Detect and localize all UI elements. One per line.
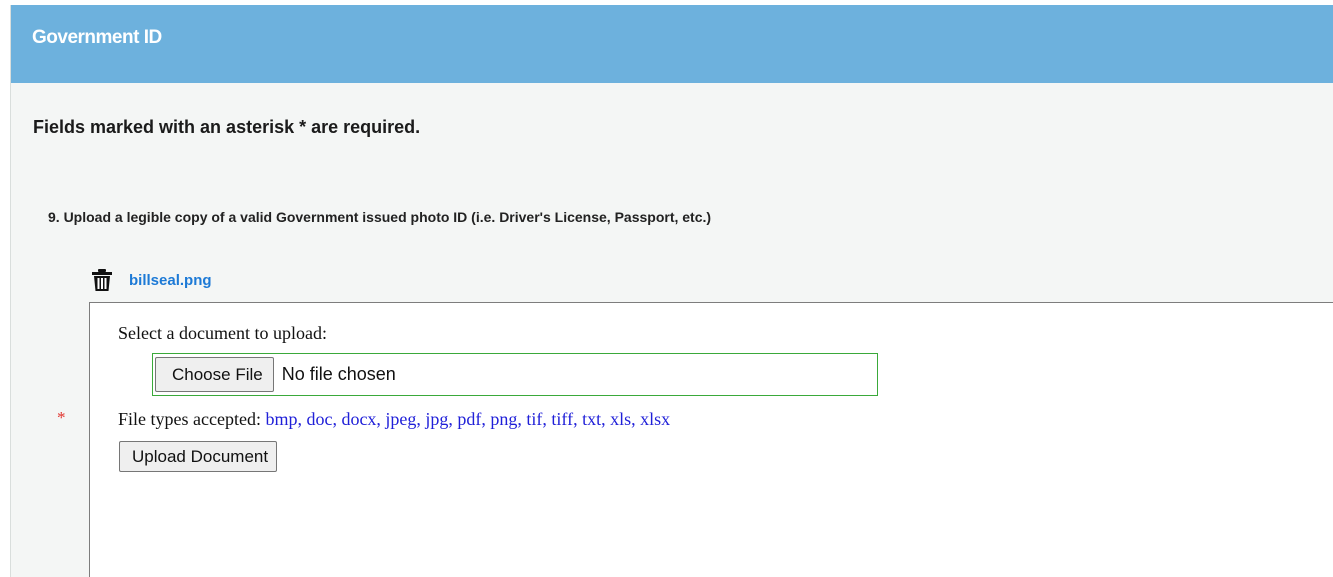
file-types-list: bmp, doc, docx, jpeg, jpg, pdf, png, tif… [265, 409, 671, 429]
trash-icon-graphic [92, 269, 112, 291]
upload-document-button[interactable]: Upload Document [119, 441, 278, 472]
panel-header: Government ID [11, 5, 1333, 83]
upload-form: Select a document to upload: Choose File… [89, 302, 1333, 577]
file-types-line: File types accepted: bmp, doc, docx, jpe… [118, 409, 670, 430]
no-file-chosen-text: No file chosen [281, 364, 396, 384]
file-types-label: File types accepted: [118, 409, 261, 429]
required-fields-note: Fields marked with an asterisk * are req… [33, 117, 421, 137]
required-asterisk: * [57, 408, 66, 427]
uploaded-file-link[interactable]: billseal.png [129, 272, 212, 289]
question-label: 9. Upload a legible copy of a valid Gove… [48, 209, 712, 225]
panel-title: Government ID [32, 27, 162, 48]
select-document-label: Select a document to upload: [118, 323, 327, 343]
file-input[interactable]: Choose File No file chosen [152, 353, 878, 396]
uploaded-file-row: billseal.png [91, 268, 212, 292]
choose-file-button[interactable]: Choose File [155, 357, 274, 392]
government-id-panel: Government ID Fields marked with an aste… [10, 5, 1333, 577]
trash-icon[interactable] [91, 268, 113, 292]
